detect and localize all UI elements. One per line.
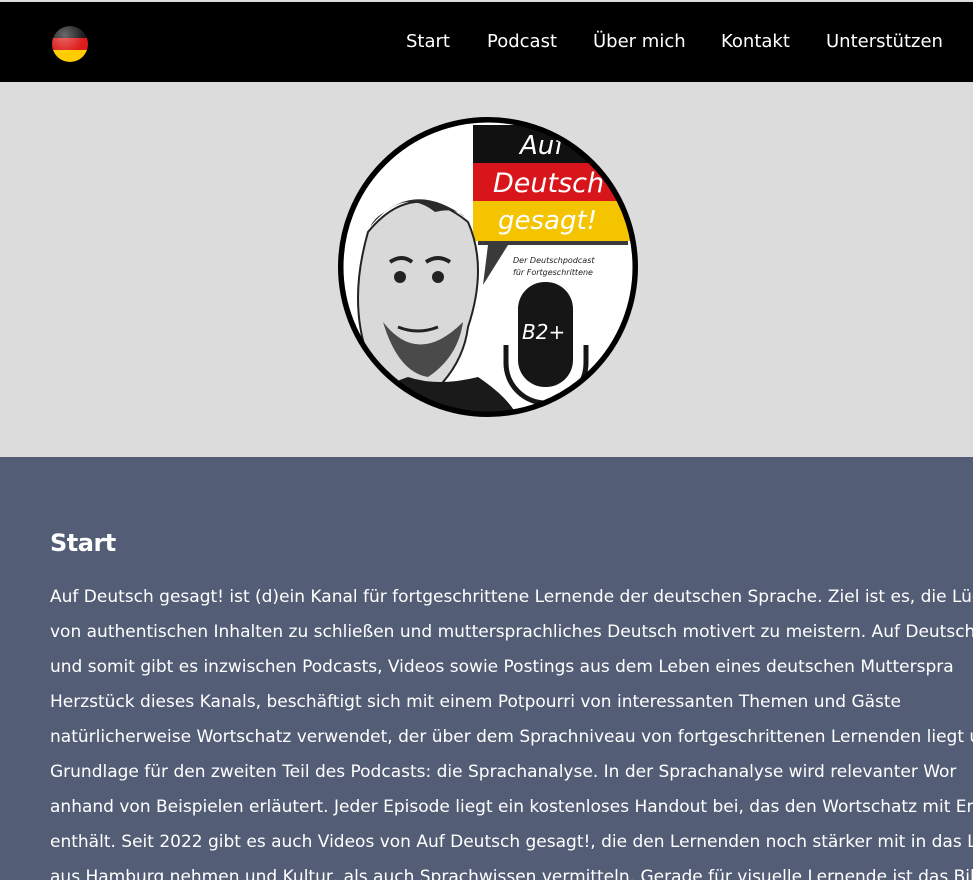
text-line: und somit gibt es inzwischen Podcasts, V… <box>50 657 954 677</box>
logo-subtitle-2: für Fortgeschrittene <box>513 268 593 277</box>
text-line: Auf Deutsch gesagt! ist (d)ein Kanal für… <box>50 587 973 607</box>
main-content: Start Auf Deutsch gesagt! ist (d)ein Kan… <box>0 457 973 880</box>
nav-start-link[interactable]: Start <box>406 31 450 52</box>
logo-title-3: gesagt! <box>498 206 597 236</box>
level-badge: B2+ <box>522 320 565 344</box>
text-line: natürlicherweise Wortschatz verwendet, d… <box>50 727 973 747</box>
logo-title-2: Deutsch <box>493 168 604 199</box>
page-title: Start <box>50 529 116 557</box>
podcast-logo: Auf Deutsch gesagt! Der Deutschpodcast f… <box>338 117 638 417</box>
logo-subtitle-1: Der Deutschpodcast <box>513 256 595 265</box>
nav-podcast-link[interactable]: Podcast <box>487 31 557 52</box>
nav-support-link[interactable]: Unterstützen <box>826 31 943 52</box>
text-line: Grundlage für den zweiten Teil des Podca… <box>50 762 957 782</box>
text-line: anhand von Beispielen erläutert. Jeder E… <box>50 797 973 817</box>
hero-section: Auf Deutsch gesagt! Der Deutschpodcast f… <box>0 82 973 457</box>
text-line: von authentischen Inhalten zu schließen … <box>50 622 973 642</box>
nav-contact-link[interactable]: Kontakt <box>721 31 790 52</box>
nav-about-link[interactable]: Über mich <box>593 31 686 52</box>
text-line: Herzstück dieses Kanals, beschäftigt sic… <box>50 692 902 712</box>
main-nav: Start Podcast Über mich Kontakt Unterstü… <box>0 31 973 59</box>
text-line: enthält. Seit 2022 gibt es auch Videos v… <box>50 832 973 852</box>
text-line: aus Hamburg nehmen und Kultur, als auch … <box>50 867 973 880</box>
top-navigation-bar: Start Podcast Über mich Kontakt Unterstü… <box>0 0 973 82</box>
intro-text: Auf Deutsch gesagt! ist (d)ein Kanal für… <box>50 585 973 880</box>
